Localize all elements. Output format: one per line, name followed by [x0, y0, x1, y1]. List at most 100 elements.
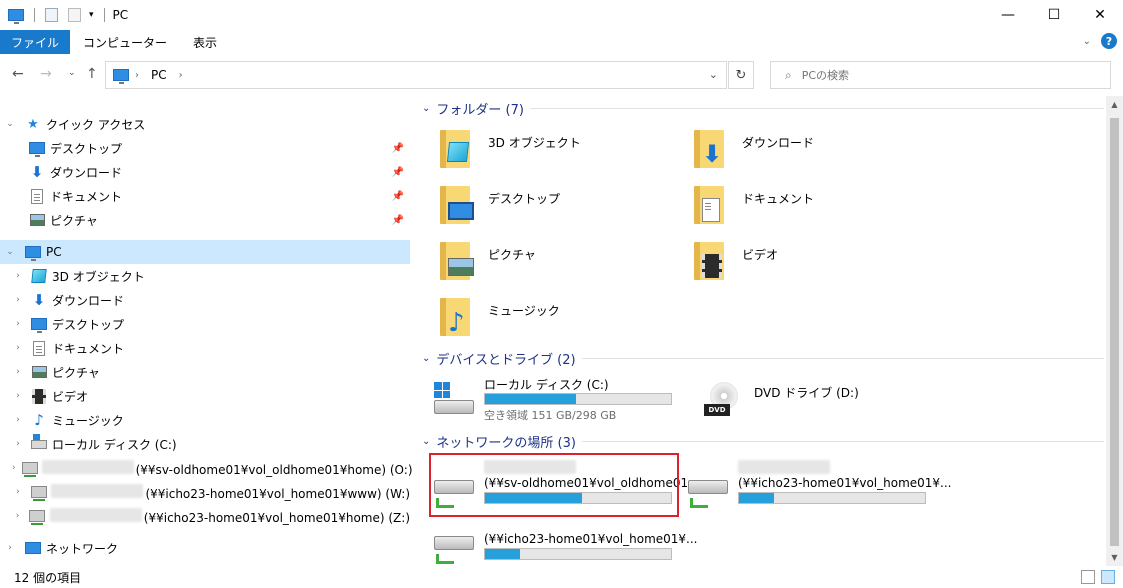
drive-usage-bar — [738, 492, 926, 504]
collapse-chevron-icon[interactable]: › — [4, 543, 16, 553]
scroll-up-icon[interactable]: ▲ — [1106, 96, 1123, 113]
forward-icon[interactable]: → — [40, 66, 52, 82]
drive-label: ローカル ディスク (C:) — [484, 378, 609, 392]
collapse-chevron-icon[interactable]: › — [12, 415, 24, 425]
back-icon[interactable]: ← — [12, 66, 24, 82]
help-icon[interactable]: ? — [1101, 33, 1117, 49]
nav-pc-documents[interactable]: › ドキュメント — [0, 336, 410, 360]
customize-toolbar-icon[interactable]: ▾ — [89, 10, 94, 20]
nav-quick-access[interactable]: ⌄ ★ クイック アクセス — [0, 112, 410, 136]
address-bar[interactable]: › PC › ⌄ — [105, 61, 727, 89]
collapse-chevron-icon[interactable]: › — [12, 295, 24, 305]
nav-pc-drive-w[interactable]: › (¥¥icho23-home01¥vol_home01¥www) (W:) — [0, 480, 410, 504]
expand-chevron-icon[interactable]: ⌄ — [4, 119, 16, 129]
collapse-chevron-icon[interactable]: › — [12, 343, 24, 353]
expand-chevron-icon[interactable]: ⌄ — [4, 247, 16, 257]
pin-icon[interactable]: 📌 — [392, 215, 404, 226]
nav-pc[interactable]: ⌄ PC — [0, 240, 410, 264]
nav-label: ドキュメント — [52, 341, 125, 356]
collapse-chevron-icon[interactable]: › — [12, 487, 24, 497]
breadcrumb-separator-icon[interactable]: › — [179, 70, 183, 81]
nav-pc-3d[interactable]: › 3D オブジェクト — [0, 264, 410, 288]
expand-ribbon-icon[interactable]: ⌄ — [1083, 36, 1091, 47]
nav-pc-desktop[interactable]: › デスクトップ — [0, 312, 410, 336]
collapse-chevron-icon[interactable]: › — [12, 511, 23, 521]
nav-network[interactable]: › ネットワーク — [0, 536, 410, 560]
desktop-icon — [31, 318, 47, 333]
recent-locations-icon[interactable]: ⌄ — [68, 68, 76, 78]
breadcrumb-pc[interactable]: PC — [151, 68, 167, 82]
folder-3d-objects[interactable]: 3D オブジェクト — [416, 128, 666, 180]
folder-download[interactable]: ⬇ ダウンロード — [670, 128, 920, 180]
tab-computer[interactable]: コンピューター — [70, 30, 180, 54]
folder-video[interactable]: ビデオ — [670, 240, 920, 292]
group-devices[interactable]: ⌄ デバイスとドライブ (2) — [422, 348, 1104, 368]
scroll-down-icon[interactable]: ▼ — [1106, 549, 1123, 566]
new-folder-icon[interactable] — [68, 8, 81, 22]
nav-pc-video[interactable]: › ビデオ — [0, 384, 410, 408]
folder-pictures[interactable]: ピクチャ — [416, 240, 666, 292]
pin-icon[interactable]: 📌 — [392, 167, 404, 178]
nav-label: (¥¥sv-oldhome01¥vol_oldhome01¥home) (O:) — [41, 459, 413, 477]
up-icon[interactable]: ↑ — [86, 66, 98, 82]
pin-icon[interactable]: 📌 — [392, 143, 404, 154]
nav-pc-drive-o[interactable]: › (¥¥sv-oldhome01¥vol_oldhome01¥home) (O… — [0, 456, 413, 480]
collapse-chevron-icon[interactable]: › — [12, 439, 24, 449]
group-chevron-icon[interactable]: ⌄ — [422, 103, 430, 114]
minimize-button[interactable]: — — [985, 0, 1031, 30]
search-box[interactable]: ⌕ — [770, 61, 1111, 89]
nav-pc-music[interactable]: › ♪ ミュージック — [0, 408, 410, 432]
drive-local-c[interactable]: ローカル ディスク (C:) 空き領域 151 GB/298 GB — [416, 376, 676, 432]
dvd-drive-icon: DVD — [704, 382, 744, 418]
redacted-label — [738, 460, 830, 474]
desktop-icon — [448, 202, 474, 220]
vertical-scrollbar[interactable]: ▲ ▼ — [1106, 96, 1123, 566]
nav-pc-pictures[interactable]: › ピクチャ — [0, 360, 410, 384]
music-icon: ♪ — [34, 410, 44, 429]
maximize-button[interactable]: ☐ — [1031, 0, 1077, 30]
picture-icon — [448, 258, 474, 276]
folder-icon — [440, 186, 474, 224]
folder-label: ドキュメント — [742, 192, 815, 206]
nav-qa-documents[interactable]: ドキュメント 📌 — [0, 184, 410, 208]
collapse-chevron-icon[interactable]: › — [12, 367, 24, 377]
nav-label: ネットワーク — [46, 541, 119, 556]
collapse-chevron-icon[interactable]: › — [12, 391, 24, 401]
scrollbar-thumb[interactable] — [1110, 118, 1119, 546]
nav-pc-local-disk[interactable]: › ローカル ディスク (C:) — [0, 432, 410, 456]
network-drive-www[interactable]: (¥¥icho23-home01¥vol_home01¥... — [670, 460, 952, 516]
tab-file[interactable]: ファイル — [0, 30, 71, 54]
selection-highlight-box — [429, 453, 679, 517]
drive-dvd-d[interactable]: DVD DVD ドライブ (D:) — [686, 376, 946, 432]
nav-qa-download[interactable]: ⬇ ダウンロード 📌 — [0, 160, 410, 184]
folder-documents[interactable]: ドキュメント — [670, 184, 920, 236]
folder-desktop[interactable]: デスクトップ — [416, 184, 666, 236]
address-dropdown-icon[interactable]: ⌄ — [709, 68, 718, 81]
collapse-chevron-icon[interactable]: › — [12, 271, 24, 281]
nav-pc-download[interactable]: › ⬇ ダウンロード — [0, 288, 410, 312]
video-icon — [702, 254, 722, 278]
group-network-locations[interactable]: ⌄ ネットワークの場所 (3) — [422, 431, 1104, 451]
collapse-chevron-icon[interactable]: › — [12, 463, 16, 473]
refresh-button[interactable]: ↻ — [728, 61, 754, 89]
nav-qa-desktop[interactable]: デスクトップ 📌 — [0, 136, 410, 160]
group-chevron-icon[interactable]: ⌄ — [422, 436, 430, 447]
properties-icon[interactable] — [45, 8, 58, 22]
folder-icon — [694, 186, 724, 224]
nav-qa-pictures[interactable]: ピクチャ 📌 — [0, 208, 410, 232]
group-folders[interactable]: ⌄ フォルダー (7) — [422, 98, 1104, 118]
group-chevron-icon[interactable]: ⌄ — [422, 353, 430, 364]
nav-label: ダウンロード — [52, 293, 125, 308]
details-view-icon[interactable] — [1081, 570, 1095, 584]
breadcrumb-separator-icon[interactable]: › — [135, 70, 139, 81]
tiles-view-icon[interactable] — [1101, 570, 1115, 584]
pin-icon[interactable]: 📌 — [392, 191, 404, 202]
nav-label: クイック アクセス — [46, 117, 146, 132]
folder-icon — [694, 242, 724, 280]
collapse-chevron-icon[interactable]: › — [12, 319, 24, 329]
folder-music[interactable]: ♪ ミュージック — [416, 296, 666, 348]
tab-view[interactable]: 表示 — [180, 30, 230, 54]
search-input[interactable] — [801, 68, 1082, 82]
close-button[interactable]: ✕ — [1077, 0, 1123, 30]
nav-pc-drive-z[interactable]: › (¥¥icho23-home01¥vol_home01¥home) (Z:) — [0, 504, 410, 528]
